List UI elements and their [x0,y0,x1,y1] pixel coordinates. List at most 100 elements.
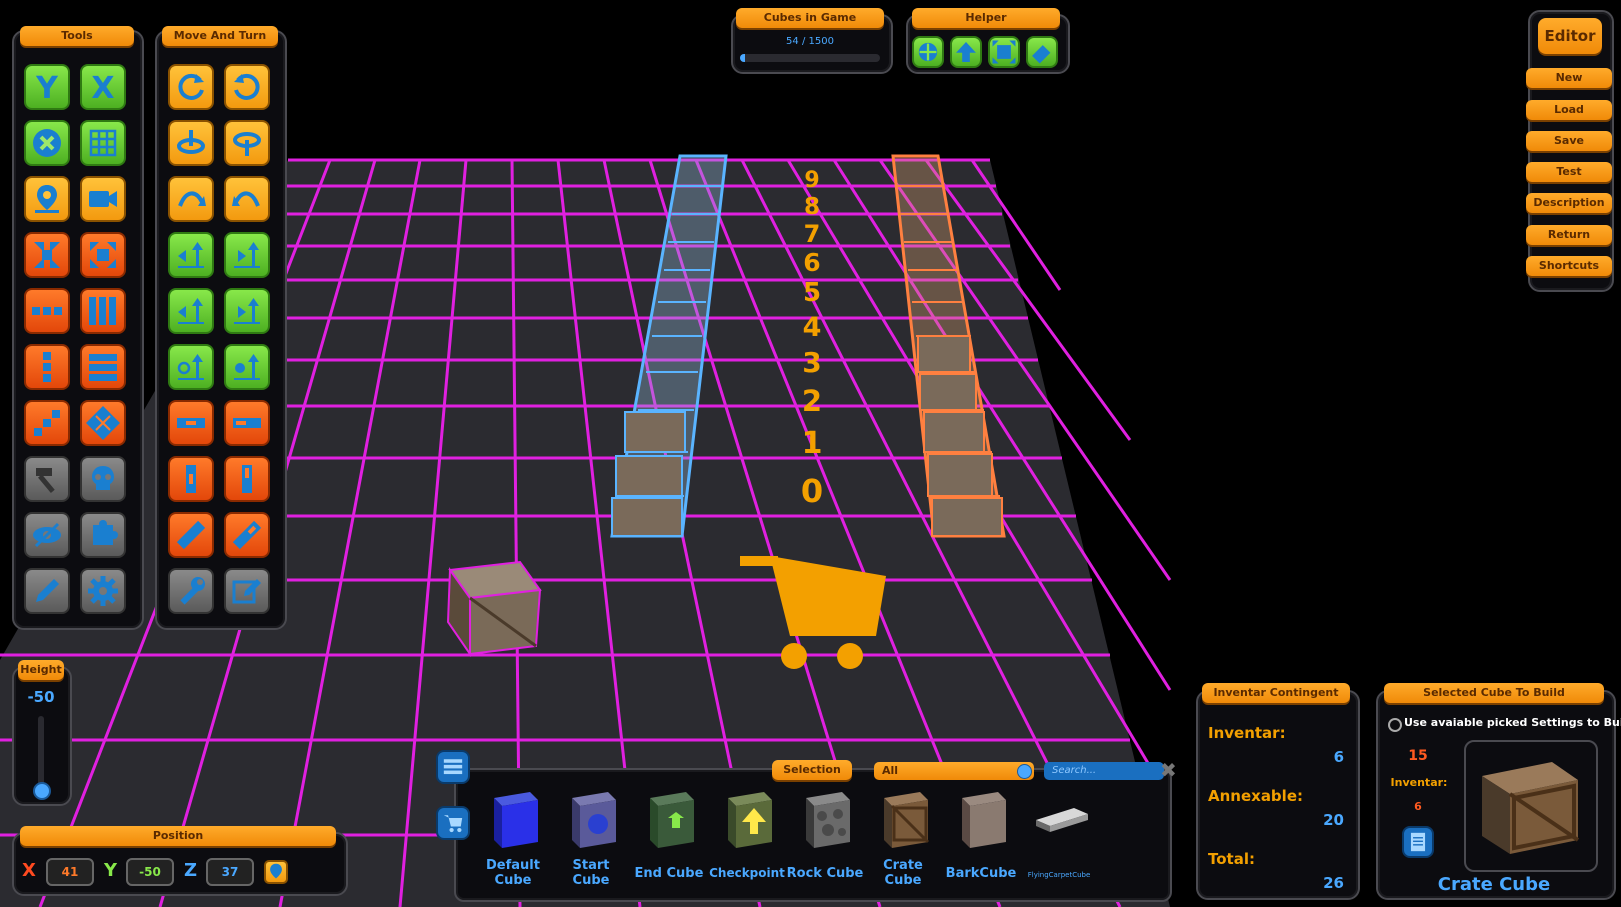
diagonal-dots-icon [34,410,60,436]
visibility-button[interactable] [24,512,70,558]
description-button[interactable]: Description [1526,193,1612,213]
rotate-up-icon [177,130,205,154]
crate-cube-preview-icon [1482,762,1580,854]
move-left-up-button[interactable] [168,232,214,278]
test-button[interactable]: Test [1526,162,1612,182]
use-settings-checkbox[interactable] [1388,718,1402,732]
danger-button[interactable] [80,456,126,502]
flip-left-button[interactable] [168,176,214,222]
placed-crate-cube[interactable] [446,560,542,658]
width-plus-button[interactable] [224,400,270,446]
arrow-front-up-icon [234,298,260,324]
cube-info-button[interactable] [1402,826,1434,858]
annexable-value: 20 [1323,811,1344,829]
move-right-up-button[interactable] [224,232,270,278]
diagonal-button[interactable] [24,400,70,446]
move-front-up-button[interactable] [224,288,270,334]
edit-cube-button[interactable] [224,568,270,614]
pencil-icon [36,579,59,602]
height-number: 1 [801,426,823,461]
z-value-field[interactable]: 37 [206,858,254,886]
flip-right-button[interactable] [224,176,270,222]
helper-erase-button[interactable] [1026,36,1058,68]
selected-cube-title: Selected Cube To Build [1384,683,1604,703]
height-number: 6 [803,248,821,277]
shrink-button[interactable] [24,232,70,278]
end-cube-icon [650,792,694,848]
cube-select-button[interactable] [80,512,126,558]
return-button[interactable]: Return [1526,225,1612,245]
location-button[interactable] [24,176,70,222]
column-button[interactable] [24,344,70,390]
settings-button[interactable] [80,568,126,614]
x-axis-button[interactable]: X [80,64,126,110]
default-cube-icon [494,792,538,848]
grid-button[interactable] [80,120,126,166]
cubes-in-game-title: Cubes in Game [736,8,884,28]
locate-button[interactable] [264,860,288,884]
height-number: 7 [803,220,821,248]
build-button[interactable] [24,456,70,502]
camera-button[interactable] [80,176,126,222]
total-value: 26 [1323,874,1344,892]
row-button[interactable] [24,288,70,334]
x-label: X [22,860,36,881]
search-clear-icon[interactable]: ✖ [1160,759,1177,781]
y-axis-button[interactable]: Y [24,64,70,110]
helper-up-button[interactable] [950,36,982,68]
move-up-button[interactable] [168,344,214,390]
list-view-button[interactable] [436,750,470,784]
height-number: 2 [801,384,823,418]
expand-button[interactable] [80,232,126,278]
height-slider-track[interactable] [38,716,44,786]
height-number: 8 [803,194,820,220]
diagonal-fill-button[interactable] [80,400,126,446]
shop-button[interactable] [436,806,470,840]
slant-right-button[interactable] [224,512,270,558]
new-button[interactable]: New [1526,68,1612,88]
shortcuts-button[interactable]: Shortcuts [1526,256,1612,276]
columns-button[interactable] [80,288,126,334]
rotate-down-icon [233,132,261,156]
clear-button[interactable] [24,120,70,166]
helper-move-button[interactable] [912,36,944,68]
diagonal-grid-icon [86,406,120,440]
rows-button[interactable] [80,344,126,390]
tools-button[interactable] [168,568,214,614]
y-value-field[interactable]: -50 [126,858,174,886]
edit-button[interactable] [24,568,70,614]
horizontal-bar-alt-icon [233,418,261,428]
tools-panel-title: Tools [20,26,134,46]
eye-slash-icon [33,522,61,548]
rotate-y-right-button[interactable] [224,64,270,110]
skull-icon [92,466,114,490]
search-input[interactable]: Search... [1044,762,1164,780]
height-value: -50 [27,688,55,706]
move-down-button[interactable] [224,344,270,390]
y-label: Y [104,860,118,881]
height-minus-button[interactable] [168,456,214,502]
save-button[interactable]: Save [1526,131,1612,151]
cube-label-checkpoint: Checkpoint [709,866,785,880]
rotate-x-down-button[interactable] [224,120,270,166]
use-settings-label: Use avaiable picked Settings to Build [1404,716,1621,729]
width-minus-button[interactable] [168,400,214,446]
move-back-up-button[interactable] [168,288,214,334]
filter-dropdown[interactable]: All [874,762,1034,780]
height-plus-button[interactable] [224,456,270,502]
height-slider-handle[interactable] [33,782,51,800]
rotate-x-up-button[interactable] [168,120,214,166]
rotate-y-left-button[interactable] [168,64,214,110]
inventar-value: 6 [1333,748,1344,766]
wrench-icon [180,577,205,605]
rotate-right-icon [234,73,260,100]
slant-left-button[interactable] [168,512,214,558]
x-value-field[interactable]: 41 [46,858,94,886]
helper-frame-button[interactable] [988,36,1020,68]
dropdown-toggle-icon [1017,764,1032,779]
height-number: 3 [802,346,822,379]
load-button[interactable]: Load [1526,100,1612,120]
height-number: 5 [802,278,822,308]
cube-label-crate: Crate Cube [883,858,923,888]
cube-item-flying-carpet[interactable] [1024,784,1094,880]
